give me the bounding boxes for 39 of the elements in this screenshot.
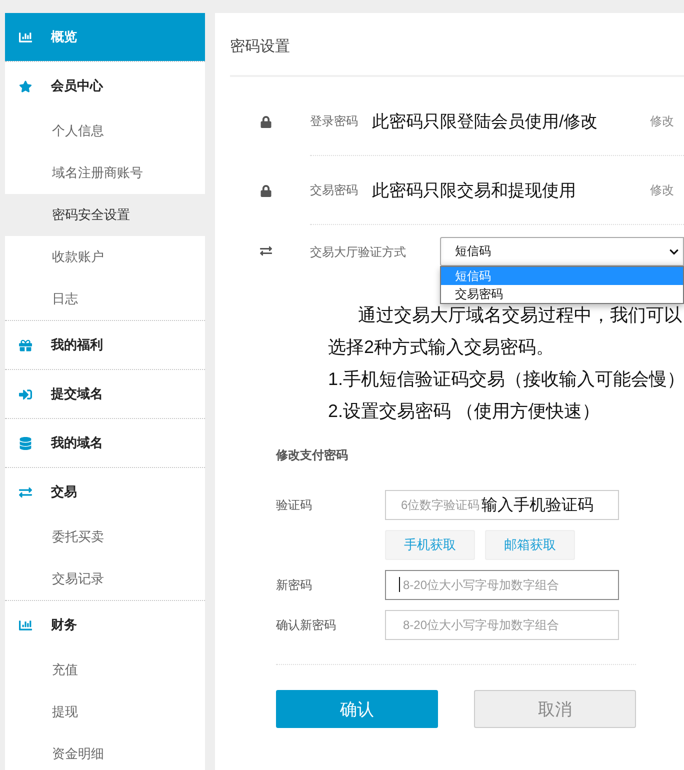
password-field[interactable]: 8-20位大小写字母加数字组合: [385, 570, 619, 600]
notice-text: 通过交易大厅域名交易过程中，我们可以选择2种方式输入交易密码。: [328, 304, 683, 359]
chart-icon: [17, 30, 33, 44]
field-label: 新密码: [276, 576, 313, 594]
row-label: 登录密码: [310, 112, 359, 130]
method-select[interactable]: 短信码: [440, 237, 684, 266]
gift-icon: [17, 338, 33, 352]
notice-text: 1.手机短信验证码交易（接收输入可能会慢）: [328, 368, 684, 391]
row-label: 交易密码: [310, 182, 359, 198]
edit-link[interactable]: 修改: [650, 112, 674, 130]
text-cursor: [399, 577, 400, 592]
exchange-icon: [17, 486, 33, 498]
exchange-icon: [260, 245, 272, 257]
confirm-button[interactable]: 确认: [276, 690, 438, 728]
chevron-icon: [669, 246, 679, 256]
section-title: 修改支付密码: [276, 447, 349, 464]
dropdown-option[interactable]: 短信码: [441, 267, 683, 285]
row-description: 此密码只限登陆会员使用/修改: [372, 110, 599, 132]
page-title: 密码设置: [230, 13, 684, 77]
cancel-button[interactable]: 取消: [474, 690, 636, 728]
edit-link[interactable]: 修改: [650, 182, 674, 198]
row-label: 交易大厅验证方式: [310, 244, 407, 261]
field-label: 确认新密码: [276, 616, 337, 634]
password-field[interactable]: 8-20位大小写字母加数字组合: [385, 610, 619, 640]
star-icon: [17, 80, 33, 92]
dropdown-option[interactable]: 交易密码: [441, 285, 683, 303]
sidebar-group[interactable]: 概览: [5, 13, 205, 61]
placeholder-text: 6位数字验证码: [401, 496, 480, 514]
field-label: 验证码: [276, 496, 313, 514]
lock-icon: [260, 184, 272, 196]
sign-in-icon: [17, 388, 33, 400]
lock-icon: [260, 116, 272, 128]
verification-code-field[interactable]: 6位数字验证码 输入手机验证码: [385, 490, 619, 520]
row-description: 此密码只限交易和提现使用: [372, 180, 577, 202]
annotation-text: 输入手机验证码: [482, 496, 594, 516]
notice-text: 2.设置交易密码 （使用方便快速）: [328, 400, 602, 423]
chart-icon: [17, 618, 33, 632]
sidebar-item[interactable]: 密码安全设置: [5, 194, 205, 236]
database-icon: [17, 436, 33, 450]
